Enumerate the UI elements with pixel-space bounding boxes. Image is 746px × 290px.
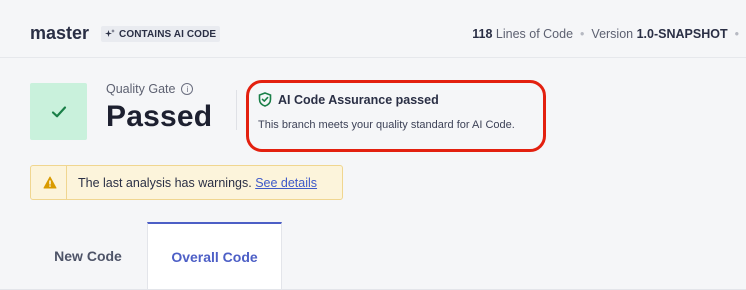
lines-of-code-label: Lines of Code (495, 27, 574, 41)
ai-code-badge: CONTAINS AI CODE (101, 26, 221, 42)
version-label: Version (591, 27, 634, 41)
check-icon (51, 105, 66, 117)
branch-header: master CONTAINS AI CODE 118 Lines of Cod… (0, 0, 746, 58)
quality-gate-status: Passed (106, 100, 213, 133)
lines-of-code-count: 118 (472, 27, 493, 41)
tab-overall-code[interactable]: Overall Code (147, 222, 282, 290)
ai-assurance-title: AI Code Assurance passed (278, 92, 439, 107)
separator-dot: • (580, 27, 585, 41)
separator-dot: • (734, 27, 739, 41)
sparkle-icon (105, 29, 115, 37)
analysis-warning-banner: The last analysis has warnings. See deta… (30, 165, 343, 200)
info-icon[interactable]: i (181, 83, 194, 95)
divider (236, 90, 237, 130)
shield-check-icon (258, 92, 272, 107)
ai-assurance-description: This branch meets your quality standard … (258, 119, 515, 131)
quality-gate-status-icon (30, 83, 87, 140)
quality-gate-label: Quality Gate (106, 82, 176, 96)
warning-icon (43, 176, 57, 189)
tab-new-code[interactable]: New Code (30, 222, 146, 290)
ai-code-badge-label: CONTAINS AI CODE (119, 28, 217, 40)
branch-name: master (30, 23, 90, 43)
warning-divider (66, 166, 67, 199)
see-details-link[interactable]: See details (255, 176, 317, 190)
ai-assurance-title-row: AI Code Assurance passed (258, 92, 439, 107)
warning-message: The last analysis has warnings. See deta… (78, 176, 317, 190)
warning-text: The last analysis has warnings. (78, 176, 252, 190)
branch-meta: 118 Lines of Code • Version 1.0-SNAPSHOT… (472, 27, 746, 41)
version-value: 1.0-SNAPSHOT (636, 27, 728, 41)
ai-assurance-highlight (246, 80, 546, 152)
quality-gate-label-row: Quality Gate i (106, 82, 194, 96)
